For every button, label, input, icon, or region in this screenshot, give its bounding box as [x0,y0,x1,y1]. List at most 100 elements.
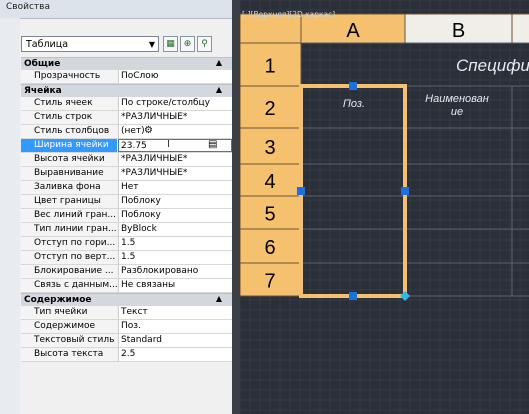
property-value[interactable]: (нет) [118,125,232,138]
palette-side-strip[interactable] [0,18,20,414]
property-name: Стиль столбцов [21,125,117,138]
row-label: 2 [264,98,275,120]
row-label: 6 [264,237,275,259]
property-value[interactable]: *РАЗЛИЧНЫЕ* [118,153,232,166]
property-name: Текстовый стиль [21,334,117,347]
row-label: 3 [264,137,275,159]
property-name: Цвет границы [21,195,117,208]
property-row[interactable]: Заливка фона Нет [21,181,232,195]
cell-b2-text: Наименован [425,93,489,105]
section-header[interactable]: Общие ▲ [21,57,232,70]
row-label: 4 [264,171,275,193]
column-label: A [346,20,360,42]
property-row[interactable]: Отступ по верт... 1.5 [21,251,232,265]
selection-grip[interactable] [349,82,357,90]
palette-scroll-strip[interactable] [232,0,240,414]
section-title: Ячейка [24,86,62,96]
palette-titlebar[interactable]: Свойства [0,0,232,19]
selection-grip[interactable] [349,292,357,300]
property-row[interactable]: Блокирование ... Разблокировано [21,265,232,279]
column-label: B [452,20,465,42]
property-value[interactable]: *РАЗЛИЧНЫЕ* [118,111,232,124]
property-value[interactable]: 2.5 [118,348,232,361]
property-name: Выравнивание [21,167,117,180]
property-row[interactable]: Отступ по гори... 1.5 [21,237,232,251]
property-row[interactable]: Связь с данным... Не связаны [21,279,232,293]
toggle-pickadd-icon[interactable]: ▦ [163,36,178,52]
property-value[interactable]: Разблокировано [118,265,232,278]
property-value[interactable]: Нет [118,181,232,194]
collapse-icon[interactable]: ▲ [216,294,222,303]
property-row[interactable]: Прозрачность ПоСлою [21,70,232,84]
cell-selection[interactable] [299,84,407,298]
row-label: 7 [264,271,275,293]
property-name: Содержимое [21,320,117,333]
property-name: Блокирование ... [21,265,117,278]
property-name: Заливка фона [21,181,117,194]
drawing-area[interactable]: A B 1 2 3 4 5 6 7 Специфи Поз. Наименован ие [-][Вер… [240,0,529,414]
section-header[interactable]: Содержимое ▲ [21,293,232,306]
property-row[interactable]: Стиль ячеек По строке/столбцу [21,97,232,111]
property-row[interactable]: Тип линии гран... ByBlock [21,223,232,237]
property-name: Стиль строк [21,111,117,124]
property-value[interactable]: Поз. [118,320,232,333]
property-row[interactable]: Стиль столбцов (нет) ⚙ [21,125,232,139]
property-value[interactable]: Текст [118,306,232,319]
row-label: 1 [264,56,275,78]
property-row[interactable]: Высота текста 2.5 [21,348,232,362]
properties-palette: Свойства Таблица ▼ ▦ ⊕ ⚲ Общие ▲ Прозрачно… [0,0,233,414]
property-value[interactable]: Поблоку [118,209,232,222]
object-type-value: Таблица [26,39,69,50]
property-row[interactable]: Цвет границы Поблоку [21,195,232,209]
object-type-select[interactable]: Таблица ▼ [21,36,159,52]
selection-grip[interactable] [297,187,305,195]
title-cell-text: Специфи [456,56,529,75]
viewport-label[interactable]: [-][Верхняя][2D каркас] [242,10,335,19]
selection-grip[interactable] [401,187,409,195]
column-header-c[interactable] [511,13,529,44]
property-row[interactable]: Вес линий гран... Поблоку [21,209,232,223]
property-name: Вес линий гран... [21,209,117,222]
property-row[interactable]: Ширина ячейки 23.75 I ▤ [21,139,232,153]
property-value[interactable]: ByBlock [118,223,232,236]
property-name: Высота текста [21,348,117,361]
property-name: Тип ячейки [21,306,117,319]
text-cursor-icon: I [167,139,170,150]
property-value[interactable]: По строке/столбцу [118,97,232,110]
property-value[interactable]: 1.5 [118,251,232,264]
quick-select-icon[interactable]: ⚲ [197,36,212,52]
cursor-icon: ⚙ [144,125,153,136]
property-value[interactable]: *РАЗЛИЧНЫЕ* [118,167,232,180]
cell-a2-text: Поз. [343,98,365,110]
property-name: Высота ячейки [21,153,117,166]
calculator-icon[interactable]: ▤ [208,139,217,150]
property-name: Прозрачность [21,70,117,83]
property-name: Отступ по верт... [21,251,117,264]
property-row[interactable]: Высота ячейки *РАЗЛИЧНЫЕ* [21,153,232,167]
drawing-canvas: A B 1 2 3 4 5 6 7 Специфи Поз. Наименование [240,0,529,414]
property-name: Ширина ячейки [21,139,117,152]
collapse-icon[interactable]: ▲ [216,58,222,67]
property-row[interactable]: Содержимое Поз. [21,320,232,334]
property-row[interactable]: Стиль строк *РАЗЛИЧНЫЕ* [21,111,232,125]
select-objects-icon[interactable]: ⊕ [180,36,195,52]
property-value[interactable]: Поблоку [118,195,232,208]
section-header[interactable]: Ячейка ▲ [21,84,232,97]
palette-title: Свойства [6,2,50,12]
section-title: Общие [24,59,61,69]
property-row[interactable]: Текстовый стиль Standard [21,334,232,348]
property-value[interactable]: Standard [118,334,232,347]
property-row[interactable]: Выравнивание *РАЗЛИЧНЫЕ* [21,167,232,181]
collapse-icon[interactable]: ▲ [216,85,222,94]
property-name: Отступ по гори... [21,237,117,250]
property-value[interactable]: 1.5 [118,237,232,250]
section-title: Содержимое [24,295,92,305]
row-label: 5 [264,204,275,226]
properties-grid: Общие ▲ Прозрачность ПоСлою Ячейка ▲ Стиль яче… [21,57,232,362]
chevron-down-icon: ▼ [148,40,155,49]
property-name: Связь с данным... [21,279,117,292]
property-row[interactable]: Тип ячейки Текст [21,306,232,320]
property-value[interactable]: Не связаны [118,279,232,292]
property-value[interactable]: ПоСлою [118,70,232,83]
property-name: Тип линии гран... [21,223,117,236]
